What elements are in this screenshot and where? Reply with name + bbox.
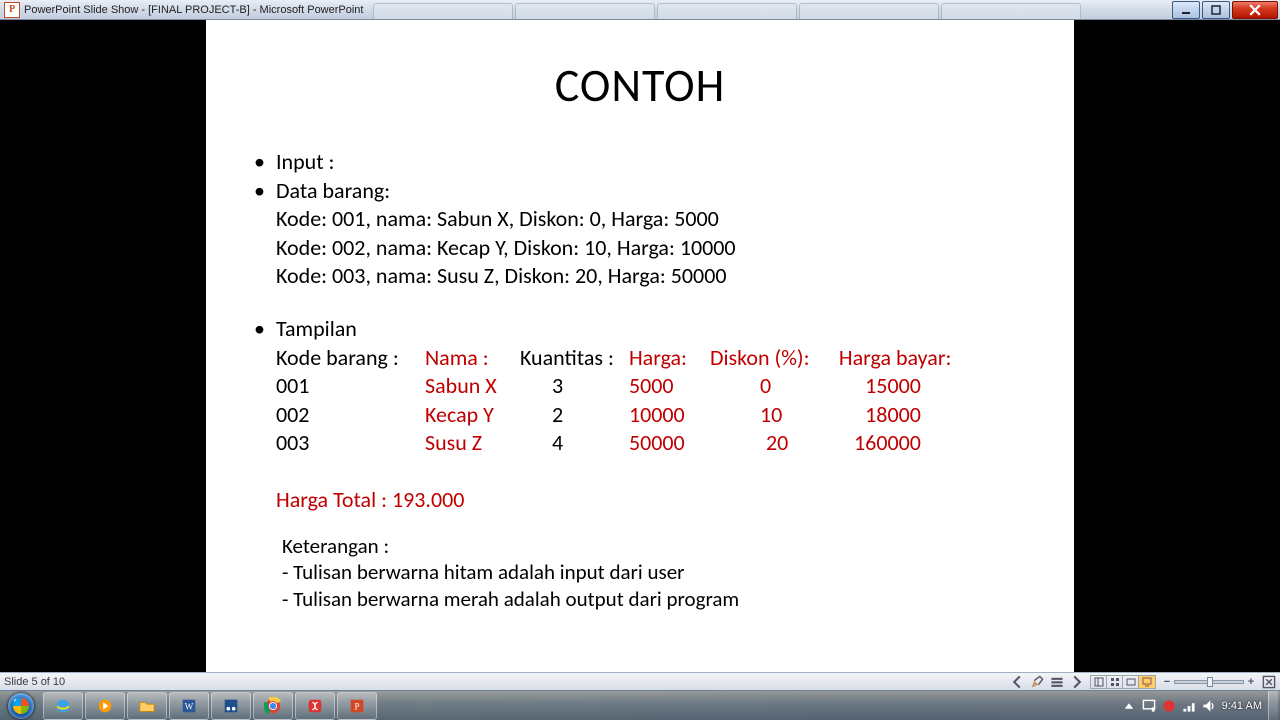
keterangan-line: - Tulisan berwarna hitam adalah input da… xyxy=(282,559,1040,586)
taskbar-explorer[interactable] xyxy=(127,692,167,720)
start-button[interactable] xyxy=(0,691,42,720)
taskbar-word[interactable]: W xyxy=(169,692,209,720)
taskbar-app-red[interactable] xyxy=(295,692,335,720)
data-line: Kode: 003, nama: Susu Z, Diskon: 20, Har… xyxy=(276,262,1040,291)
sorter-view-icon[interactable] xyxy=(1107,676,1123,688)
maximize-button[interactable] xyxy=(1202,1,1230,19)
background-window-tabs xyxy=(373,0,1172,19)
next-slide-icon[interactable] xyxy=(1070,675,1084,689)
data-line: Kode: 001, nama: Sabun X, Diskon: 0, Har… xyxy=(276,205,1040,234)
view-buttons[interactable] xyxy=(1090,675,1156,689)
zoom-in-icon[interactable]: + xyxy=(1246,676,1256,688)
prev-slide-icon[interactable] xyxy=(1010,675,1024,689)
show-desktop-button[interactable] xyxy=(1268,691,1278,720)
minimize-button[interactable] xyxy=(1172,1,1200,19)
windows-orb-icon xyxy=(8,693,34,719)
taskbar-powerpoint[interactable]: P xyxy=(337,692,377,720)
taskbar-app-blue[interactable] xyxy=(211,692,251,720)
pen-icon[interactable] xyxy=(1030,675,1044,689)
status-bar: Slide 5 of 10 − + xyxy=(0,672,1280,690)
slide: CONTOH Input : Data barang: Kode: 001, n… xyxy=(206,20,1074,672)
col-qty: Kuantitas : xyxy=(520,344,624,373)
normal-view-icon[interactable] xyxy=(1091,676,1107,688)
tray-app-icon[interactable] xyxy=(1162,699,1176,713)
bullet-input: Input : xyxy=(276,148,1040,177)
slide-counter: Slide 5 of 10 xyxy=(4,676,65,688)
slideshow-stage[interactable]: CONTOH Input : Data barang: Kode: 001, n… xyxy=(0,20,1280,672)
fit-window-icon[interactable] xyxy=(1262,675,1276,689)
bullet-data-barang: Data barang: xyxy=(276,177,1040,206)
bullet-tampilan: Tampilan xyxy=(276,315,1040,344)
table-row: 003 Susu Z 4 50000 20 160000 xyxy=(276,429,1040,458)
col-nama: Nama : xyxy=(425,344,515,373)
slide-title: CONTOH xyxy=(240,58,1040,114)
table-row: 001 Sabun X 3 5000 0 15000 xyxy=(276,372,1040,401)
close-button[interactable] xyxy=(1232,1,1278,19)
keterangan-line: - Tulisan berwarna merah adalah output d… xyxy=(282,586,1040,613)
powerpoint-icon: P xyxy=(4,2,20,18)
taskbar: W P 9:41 AM xyxy=(0,690,1280,720)
window-titlebar: P PowerPoint Slide Show - [FINAL PROJECT… xyxy=(0,0,1280,20)
taskbar-wmp[interactable] xyxy=(85,692,125,720)
zoom-slider[interactable]: − + xyxy=(1162,676,1256,688)
keterangan-heading: Keterangan : xyxy=(282,533,1040,560)
harga-total: Harga Total : 193.000 xyxy=(240,486,1040,515)
menu-icon[interactable] xyxy=(1050,675,1064,689)
col-harga: Harga: xyxy=(629,344,705,373)
table-row: 002 Kecap Y 2 10000 10 18000 xyxy=(276,401,1040,430)
data-line: Kode: 002, nama: Kecap Y, Diskon: 10, Ha… xyxy=(276,234,1040,263)
slideshow-view-icon[interactable] xyxy=(1139,676,1155,688)
col-bayar: Harga bayar: xyxy=(839,344,951,373)
window-title: PowerPoint Slide Show - [FINAL PROJECT-B… xyxy=(24,4,363,16)
data-barang-lines: Kode: 001, nama: Sabun X, Diskon: 0, Har… xyxy=(240,205,1040,291)
action-center-icon[interactable] xyxy=(1142,699,1156,713)
system-tray: 9:41 AM xyxy=(1116,691,1280,720)
svg-text:P: P xyxy=(354,701,359,711)
network-icon[interactable] xyxy=(1182,699,1196,713)
zoom-out-icon[interactable]: − xyxy=(1162,676,1172,688)
reading-view-icon[interactable] xyxy=(1123,676,1139,688)
svg-text:W: W xyxy=(185,701,194,711)
table-header-row: Kode barang : Nama : Kuantitas : Harga: … xyxy=(276,344,1040,373)
taskbar-ie[interactable] xyxy=(43,692,83,720)
taskbar-chrome[interactable] xyxy=(253,692,293,720)
col-kode: Kode barang : xyxy=(276,344,420,373)
tray-clock[interactable]: 9:41 AM xyxy=(1222,700,1262,712)
volume-icon[interactable] xyxy=(1202,699,1216,713)
tray-arrow-icon[interactable] xyxy=(1122,699,1136,713)
col-diskon: Diskon (%): xyxy=(710,344,834,373)
